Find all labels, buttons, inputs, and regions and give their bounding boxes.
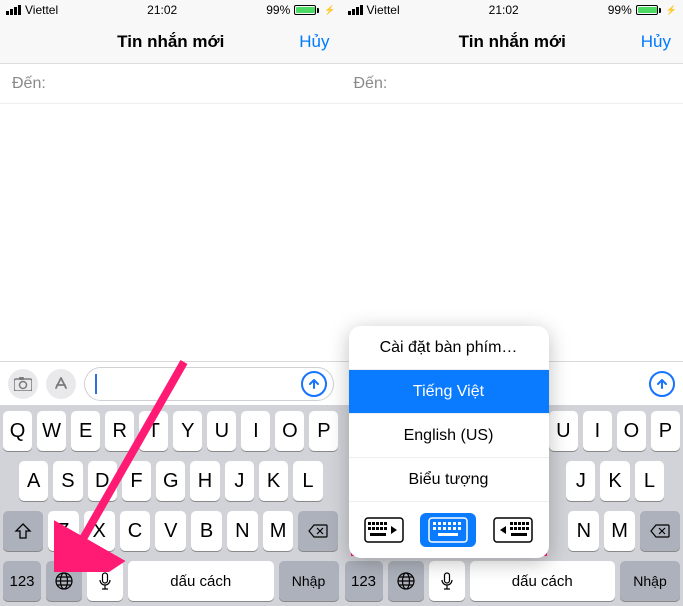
key-y[interactable]: Y: [173, 411, 202, 451]
page-title: Tin nhắn mới: [459, 32, 566, 52]
key-a[interactable]: A: [19, 461, 48, 501]
key-z[interactable]: Z: [48, 511, 79, 551]
key-o[interactable]: O: [275, 411, 304, 451]
key-h[interactable]: H: [190, 461, 219, 501]
key-p[interactable]: P: [651, 411, 680, 451]
time: 21:02: [489, 3, 519, 17]
message-area[interactable]: [342, 104, 683, 361]
key-l[interactable]: L: [635, 461, 664, 501]
key-row-3: Z X C V B N M: [3, 511, 339, 551]
keyboard-layout-right-icon[interactable]: [493, 517, 533, 543]
globe-key[interactable]: [46, 561, 82, 601]
phone-left: Viettel 21:02 99% ⚡ Tin nhắn mới Hủy Đến…: [0, 0, 342, 606]
key-u[interactable]: U: [549, 411, 578, 451]
key-l[interactable]: L: [293, 461, 322, 501]
carrier: Viettel: [25, 3, 58, 17]
battery-icon: [636, 5, 661, 15]
menu-lang-vietnamese[interactable]: Tiếng Việt: [349, 370, 549, 414]
key-k[interactable]: K: [259, 461, 288, 501]
key-d[interactable]: D: [88, 461, 117, 501]
key-i[interactable]: I: [241, 411, 270, 451]
key-x[interactable]: X: [84, 511, 115, 551]
menu-lang-english[interactable]: English (US): [349, 414, 549, 458]
keyboard-layout-left-icon[interactable]: [364, 517, 404, 543]
key-m[interactable]: M: [263, 511, 294, 551]
backspace-key[interactable]: [640, 511, 680, 551]
menu-keyboard-settings[interactable]: Cài đặt bàn phím…: [349, 326, 549, 370]
key-i[interactable]: I: [583, 411, 612, 451]
key-e[interactable]: E: [71, 411, 100, 451]
battery-pct: 99%: [266, 3, 290, 17]
key-b[interactable]: B: [191, 511, 222, 551]
signal-icon: [348, 5, 363, 15]
key-s[interactable]: S: [53, 461, 82, 501]
key-q[interactable]: Q: [3, 411, 32, 451]
key-o[interactable]: O: [617, 411, 646, 451]
mic-key[interactable]: [87, 561, 123, 601]
key-f[interactable]: F: [122, 461, 151, 501]
send-button[interactable]: [649, 371, 675, 397]
recipient-row[interactable]: Đến:: [0, 64, 342, 104]
keyboard: Q W E R T Y U I O P A S D F G H J K L: [0, 405, 342, 606]
keyboard-layout-full-icon[interactable]: [420, 513, 476, 547]
charging-icon: ⚡: [666, 5, 677, 16]
to-label: Đến:: [354, 75, 388, 93]
key-k[interactable]: K: [600, 461, 629, 501]
menu-emoji[interactable]: Biểu tượng: [349, 458, 549, 502]
charging-icon: ⚡: [324, 5, 335, 16]
key-row-bottom: 123 dấu cách Nhập: [345, 561, 681, 601]
mic-key[interactable]: [429, 561, 465, 601]
send-button[interactable]: [301, 371, 327, 397]
shift-key[interactable]: [3, 511, 43, 551]
cancel-button[interactable]: Hủy: [641, 32, 671, 52]
globe-key[interactable]: [388, 561, 424, 601]
recipient-row[interactable]: Đến:: [342, 64, 683, 104]
key-row-2: A S D F G H J K L: [3, 461, 339, 501]
backspace-key[interactable]: [298, 511, 338, 551]
message-area[interactable]: [0, 104, 342, 361]
key-r[interactable]: R: [105, 411, 134, 451]
numbers-key[interactable]: 123: [3, 561, 41, 601]
carrier: Viettel: [367, 3, 400, 17]
message-input[interactable]: [84, 367, 334, 401]
key-c[interactable]: C: [120, 511, 151, 551]
battery-icon: [294, 5, 319, 15]
keyboard-menu: Cài đặt bàn phím… Tiếng Việt English (US…: [349, 326, 549, 558]
key-j[interactable]: J: [225, 461, 254, 501]
input-bar: [0, 361, 342, 405]
menu-layout-row: [349, 502, 549, 558]
nav-bar: Tin nhắn mới Hủy: [342, 20, 683, 64]
key-j[interactable]: J: [566, 461, 595, 501]
signal-icon: [6, 5, 21, 15]
cancel-button[interactable]: Hủy: [299, 32, 329, 52]
time: 21:02: [147, 3, 177, 17]
space-key[interactable]: dấu cách: [470, 561, 616, 601]
key-g[interactable]: G: [156, 461, 185, 501]
enter-key[interactable]: Nhập: [279, 561, 339, 601]
phone-right: Viettel 21:02 99% ⚡ Tin nhắn mới Hủy Đến…: [342, 0, 683, 606]
numbers-key[interactable]: 123: [345, 561, 383, 601]
key-row-bottom: 123 dấu cách Nhập: [3, 561, 339, 601]
to-label: Đến:: [12, 75, 46, 93]
camera-icon[interactable]: [8, 369, 38, 399]
key-p[interactable]: P: [309, 411, 338, 451]
space-key[interactable]: dấu cách: [128, 561, 274, 601]
status-bar: Viettel 21:02 99% ⚡: [0, 0, 342, 20]
app-store-icon[interactable]: [46, 369, 76, 399]
key-v[interactable]: V: [155, 511, 186, 551]
key-n[interactable]: N: [568, 511, 599, 551]
key-t[interactable]: T: [139, 411, 168, 451]
text-cursor: [95, 374, 97, 394]
key-u[interactable]: U: [207, 411, 236, 451]
key-row-1: Q W E R T Y U I O P: [3, 411, 339, 451]
message-input-collapsed[interactable]: [635, 367, 675, 401]
key-w[interactable]: W: [37, 411, 66, 451]
enter-key[interactable]: Nhập: [620, 561, 680, 601]
key-m[interactable]: M: [604, 511, 635, 551]
status-bar: Viettel 21:02 99% ⚡: [342, 0, 683, 20]
key-n[interactable]: N: [227, 511, 258, 551]
nav-bar: Tin nhắn mới Hủy: [0, 20, 342, 64]
battery-pct: 99%: [608, 3, 632, 17]
page-title: Tin nhắn mới: [117, 32, 224, 52]
